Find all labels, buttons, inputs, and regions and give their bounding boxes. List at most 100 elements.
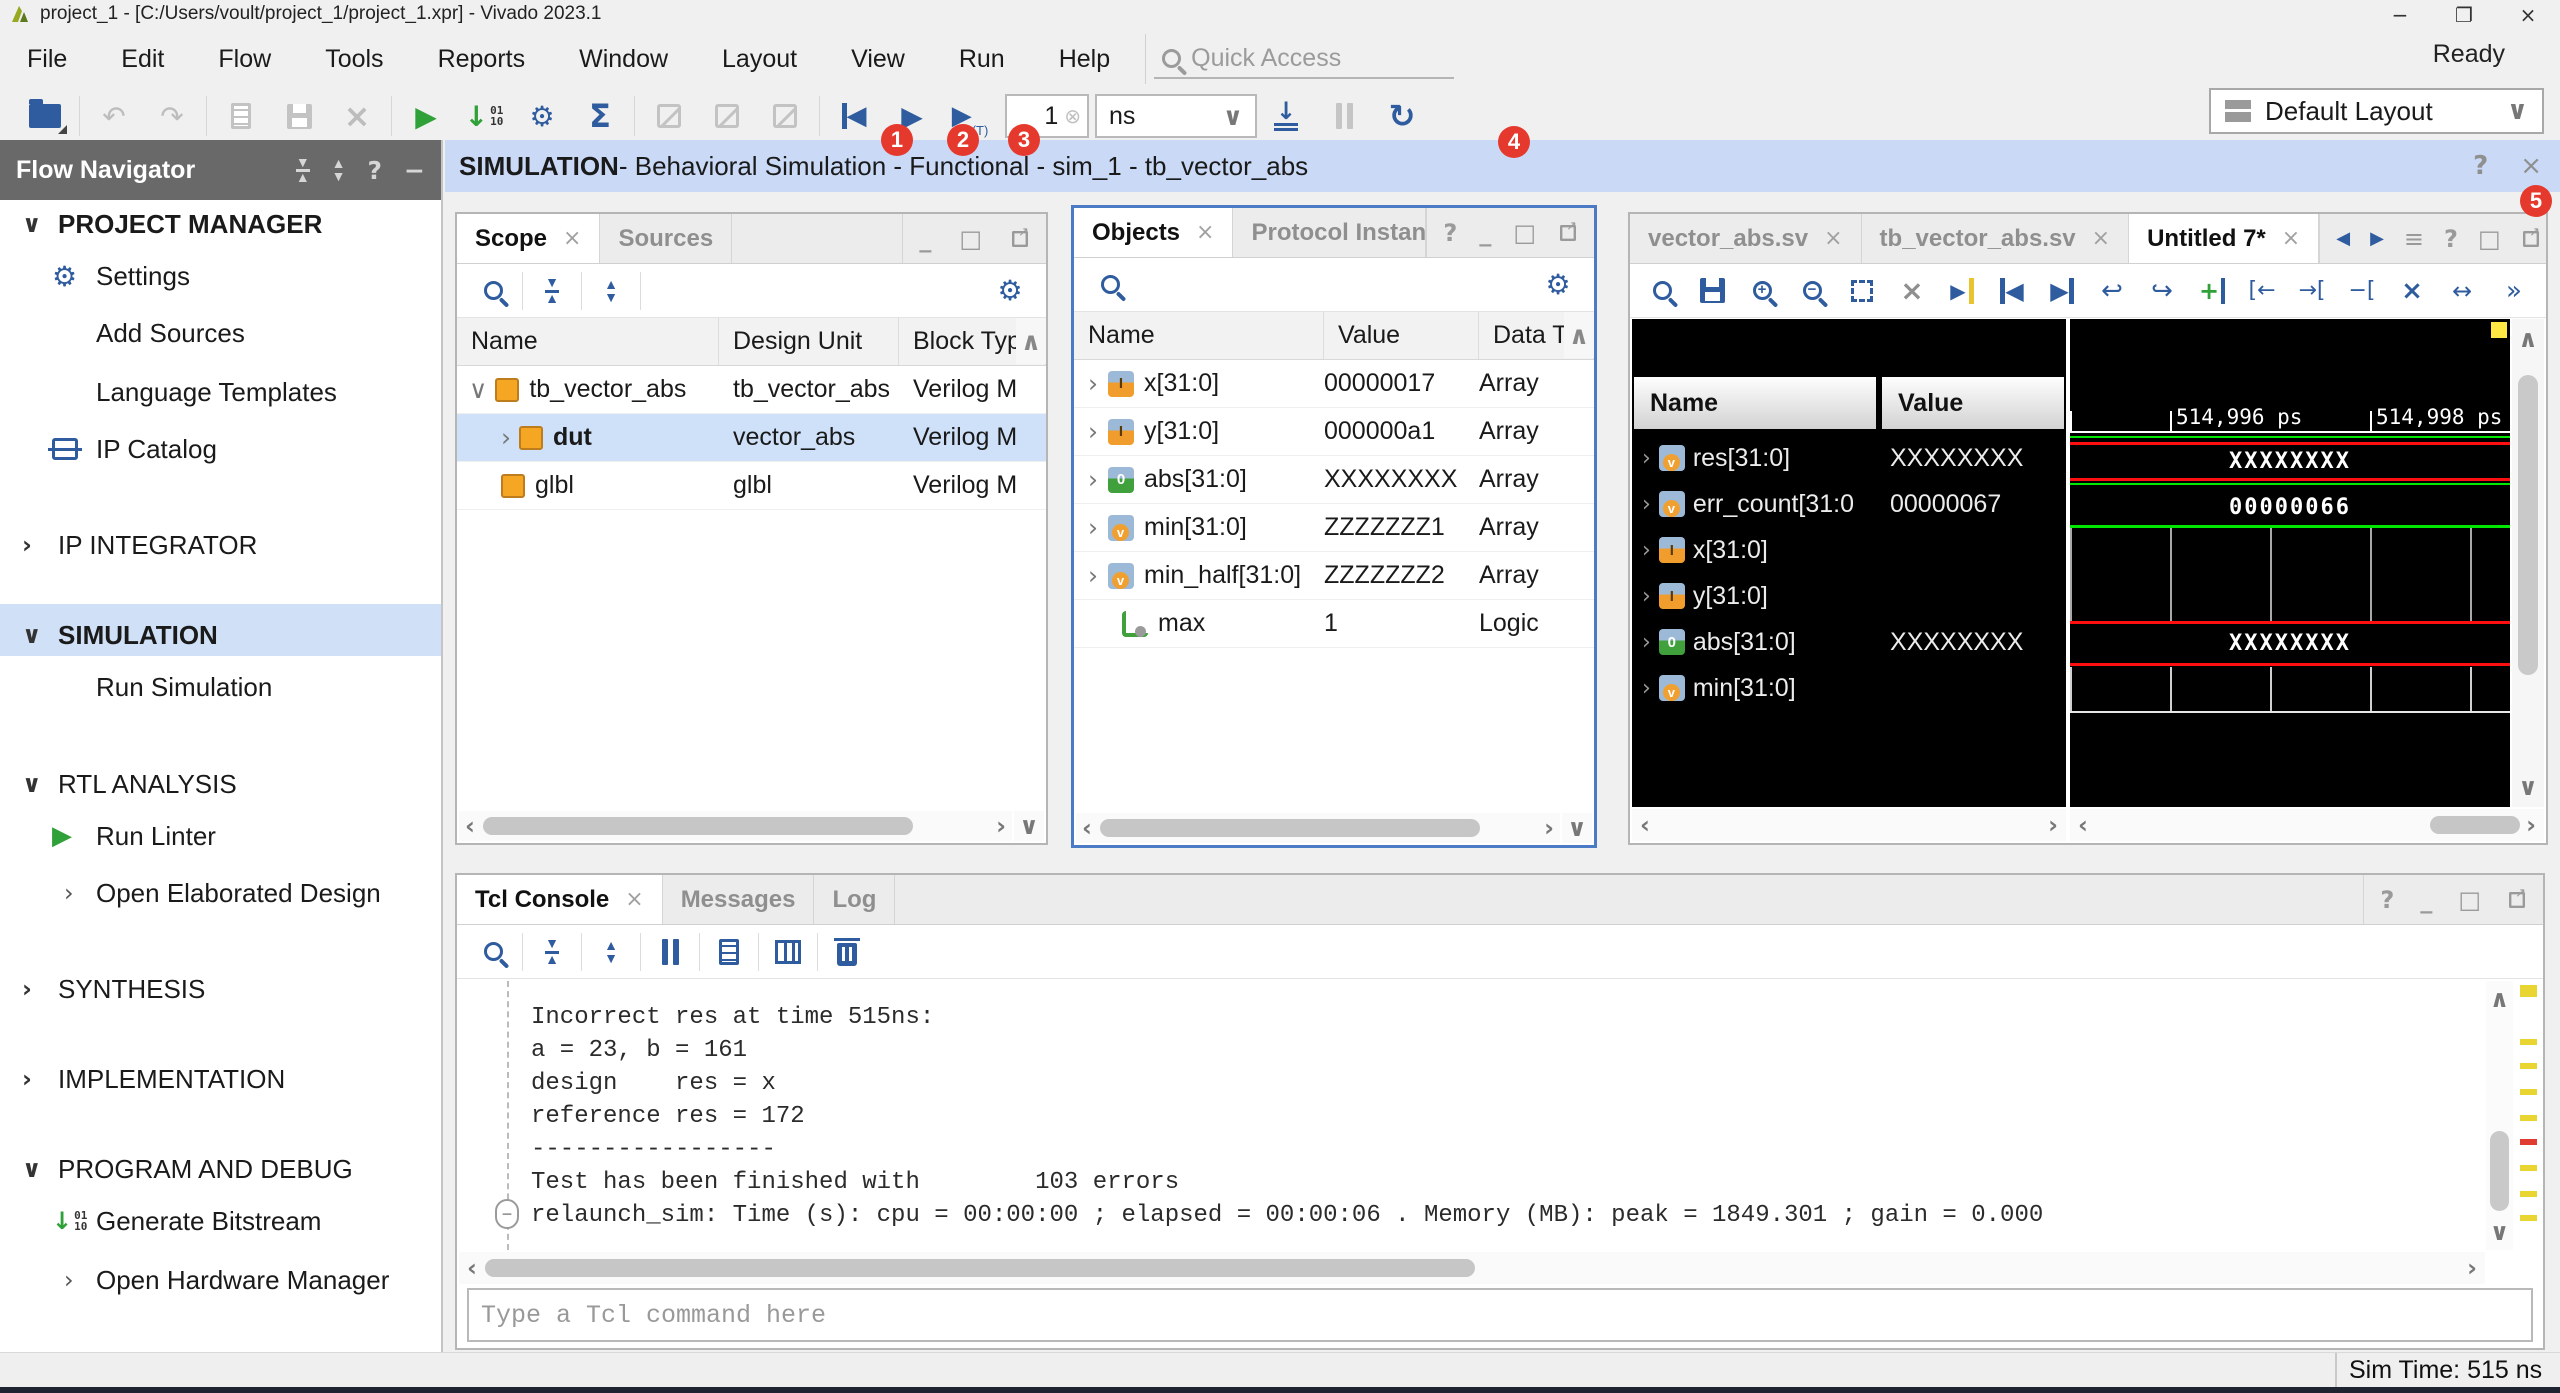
minimize-panel-icon[interactable] [2420,886,2432,914]
save-waveform-button[interactable] [1688,269,1736,313]
window-close-button[interactable] [2496,0,2560,30]
sidebar-item-run-simulation[interactable]: Run Simulation [0,659,441,715]
wave-vscrollbar[interactable] [2512,319,2544,807]
sidebar-item-run-linter[interactable]: Run Linter [0,808,441,864]
tab-messages[interactable]: Messages [663,875,815,924]
help-icon[interactable] [2444,225,2458,253]
help-icon[interactable] [1443,219,1457,247]
copy-button[interactable] [705,930,753,974]
scroll-down-icon[interactable] [2512,773,2544,801]
quick-access-search[interactable]: Quick Access [1154,40,1454,79]
zoom-out-button[interactable]: − [1788,269,1836,313]
wave-signal-err-count[interactable]: err_count[31:000000067 [1632,481,2066,527]
tab-objects[interactable]: Objects [1074,208,1233,257]
search-button[interactable] [1086,263,1134,307]
wave-signal-x[interactable]: Ix[31:0] [1632,527,2066,573]
close-icon[interactable] [2282,226,2300,251]
sidebar-section-program-and-debug[interactable]: PROGRAM AND DEBUG [0,1141,441,1197]
expander-closed-icon[interactable] [1088,369,1098,398]
tab-log[interactable]: Log [814,875,895,924]
column-name[interactable]: Name [1074,312,1324,359]
sim-step-button[interactable] [1257,94,1315,138]
tab-scope[interactable]: Scope [457,214,600,263]
sim-relaunch-button[interactable] [1373,94,1431,138]
sidebar-section-rtl-analysis[interactable]: RTL ANALYSIS [0,756,441,812]
wave-signal-min[interactable]: min[31:0] [1632,665,2066,711]
sidebar-section-simulation[interactable]: SIMULATION [0,607,441,663]
maximize-panel-icon[interactable] [2458,886,2481,914]
object-row-max[interactable]: max 1 Logic [1074,600,1594,648]
collapse-all-icon[interactable] [296,157,310,183]
sim-restart-button[interactable] [825,94,883,138]
tab-scroll-right-icon[interactable] [2370,228,2384,249]
report-sigma-button[interactable] [571,94,629,138]
go-to-cursor-button[interactable] [1938,269,1986,313]
toggle-columns-button[interactable] [764,930,812,974]
crosshair-off-button[interactable] [1888,269,1936,313]
add-marker-button[interactable] [2188,269,2236,313]
menu-run[interactable]: Run [932,28,1032,90]
expander-open-icon[interactable] [469,375,487,404]
wave-column-name[interactable]: Name [1634,377,1876,429]
column-name[interactable]: Name [457,318,719,365]
wave-column-value[interactable]: Value [1882,377,2064,429]
scroll-up-icon[interactable] [1016,318,1046,364]
menu-reports[interactable]: Reports [411,28,553,90]
close-icon[interactable] [625,887,643,912]
column-value[interactable]: Value [1324,312,1479,359]
wave-signal-abs[interactable]: 0abs[31:0]XXXXXXXX [1632,619,2066,665]
sidebar-section-ip-integrator[interactable]: IP INTEGRATOR [0,517,441,573]
close-icon[interactable] [563,226,581,251]
search-button[interactable] [469,269,517,313]
minimize-panel-icon[interactable] [404,156,425,185]
tcl-vscrollbar[interactable] [2486,981,2513,1250]
next-transition-button[interactable] [2038,269,2086,313]
help-icon[interactable] [368,156,383,185]
settings-toolbar-button[interactable] [513,94,571,138]
sim-time-unit-select[interactable]: ns [1095,94,1257,138]
close-simulation-icon[interactable] [2520,151,2542,181]
scope-hscrollbar[interactable] [459,811,1012,841]
menu-help[interactable]: Help [1032,28,1137,90]
object-row-y[interactable]: Iy[31:0] 000000a1 Array [1074,408,1594,456]
panel-settings-button[interactable] [986,269,1034,313]
menu-view[interactable]: View [824,28,932,90]
expander-closed-icon[interactable] [501,423,511,452]
sidebar-section-project-manager[interactable]: PROJECT MANAGER [0,196,441,252]
copy-button[interactable] [212,94,270,138]
object-row-min-half[interactable]: min_half[31:0] ZZZZZZZ2 Array [1074,552,1594,600]
maximize-panel-icon[interactable] [2478,225,2501,253]
wave-signal-res[interactable]: res[31:0]XXXXXXXX [1632,435,2066,481]
menu-file[interactable]: File [0,28,94,90]
zoom-fit-button[interactable] [1838,269,1886,313]
help-icon[interactable] [2473,151,2488,181]
scroll-up-icon[interactable] [2486,985,2513,1013]
clear-console-button[interactable] [823,930,871,974]
open-project-button[interactable] [16,94,74,138]
zoom-in-button[interactable]: + [1738,269,1786,313]
undo-button[interactable] [85,94,143,138]
menu-edit[interactable]: Edit [94,28,191,90]
scope-row-dut[interactable]: dut vector_abs Verilog M [457,414,1046,462]
expand-all-button[interactable] [587,930,635,974]
tab-scroll-left-icon[interactable] [2336,228,2350,249]
tab-sources[interactable]: Sources [600,214,732,263]
scroll-up-icon[interactable] [1564,312,1594,358]
object-row-abs[interactable]: 0abs[31:0] XXXXXXXX Array [1074,456,1594,504]
minimize-panel-icon[interactable] [919,225,931,253]
tcl-hscrollbar[interactable] [459,1252,2485,1284]
collapse-all-button[interactable] [528,930,576,974]
minimize-panel-icon[interactable] [1479,219,1491,247]
expander-closed-icon[interactable] [1088,513,1098,542]
collapse-all-button[interactable] [528,269,576,313]
scope-row-tb-vector-abs[interactable]: tb_vector_abs tb_vector_abs Verilog M [457,366,1046,414]
tcl-command-input[interactable] [481,1301,2519,1330]
tcl-console-output[interactable]: Incorrect res at time 515ns: a = 23, b =… [459,981,2485,1250]
expander-closed-icon[interactable] [1088,417,1098,446]
sidebar-item-settings[interactable]: Settings [0,248,441,304]
redo-button[interactable] [143,94,201,138]
tab-tb-vector-abs-sv[interactable]: tb_vector_abs.sv [1862,214,2130,263]
sidebar-item-add-sources[interactable]: Add Sources [0,305,441,361]
expander-closed-icon[interactable] [1088,561,1098,590]
menu-tools[interactable]: Tools [298,28,410,90]
